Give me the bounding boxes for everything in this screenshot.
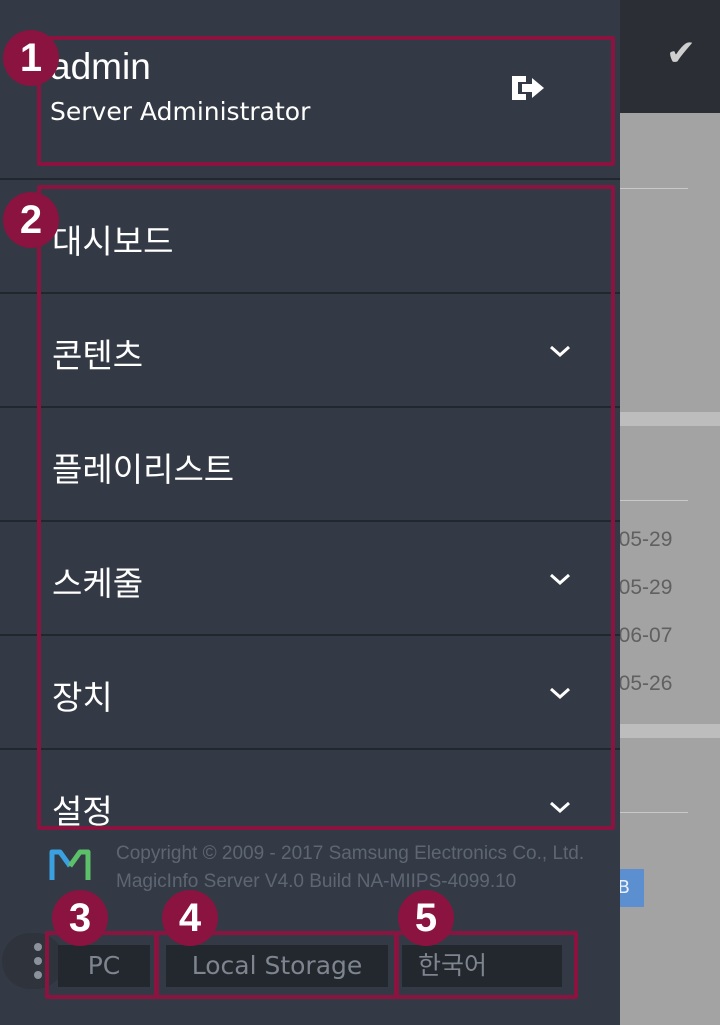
copyright-text: Copyright © 2009 - 2017 Samsung Electron… bbox=[116, 840, 584, 896]
annotation-badge: 2 bbox=[3, 192, 59, 248]
annotation-badge: 4 bbox=[162, 890, 218, 946]
annotation-box bbox=[37, 185, 615, 830]
annotation-badge: 3 bbox=[52, 890, 108, 946]
annotation-badge: 1 bbox=[3, 30, 59, 86]
annotation-box bbox=[37, 36, 615, 166]
annotation-badge: 5 bbox=[398, 890, 454, 946]
copyright-line: Copyright © 2009 - 2017 Samsung Electron… bbox=[116, 843, 585, 864]
check-icon[interactable]: ✔ bbox=[660, 36, 702, 72]
annotation-box bbox=[45, 931, 158, 999]
magicinfo-logo-icon bbox=[49, 849, 91, 880]
